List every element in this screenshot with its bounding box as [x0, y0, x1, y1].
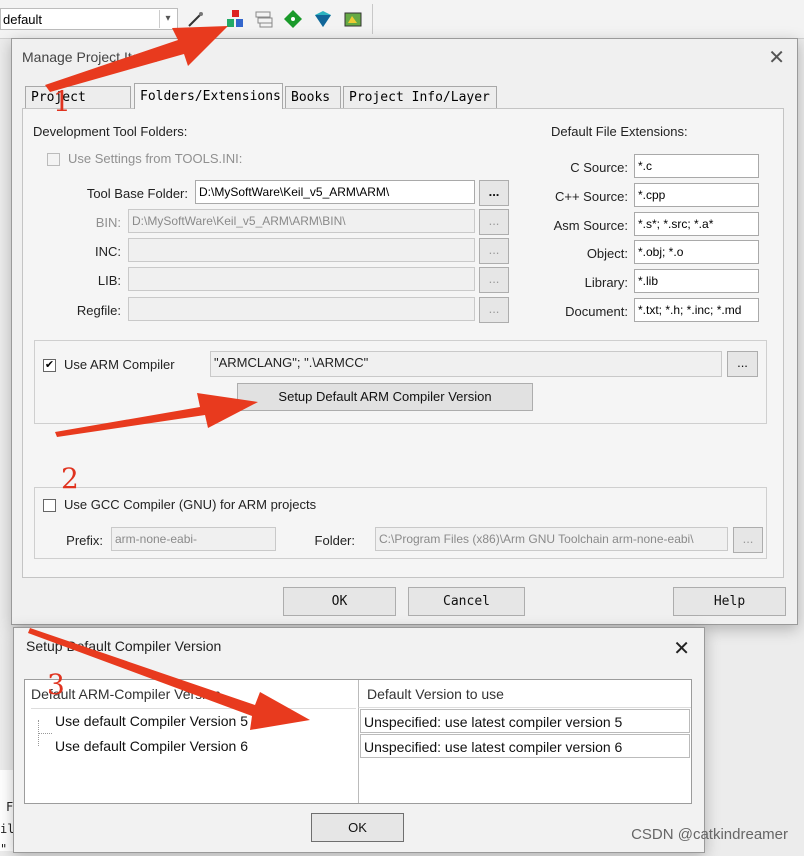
annotation-number: 2 — [61, 462, 79, 495]
ext-field-library[interactable]: *.lib — [634, 269, 759, 293]
use-settings-checkbox[interactable] — [47, 153, 60, 166]
ext-label-asm: Asm Source: — [553, 218, 628, 233]
tab-project-info-layer[interactable]: Project Info/Layer — [343, 86, 497, 108]
lib-browse-button[interactable]: ... — [479, 267, 509, 293]
version-ok-button[interactable]: OK — [311, 813, 404, 842]
dialog-title: Manage Project Items — [22, 49, 159, 65]
annotation-number: 3 — [47, 668, 65, 701]
column-header-version: Default Version to use — [358, 680, 691, 708]
wand-icon[interactable] — [186, 9, 206, 29]
close-icon[interactable]: ✕ — [768, 45, 785, 70]
help-button[interactable]: Help — [673, 587, 786, 616]
lib-label: LIB: — [97, 273, 121, 288]
close-icon[interactable]: ✕ — [673, 636, 690, 661]
tool-base-browse-button[interactable]: ... — [479, 180, 509, 206]
regfile-browse-button[interactable]: ... — [479, 297, 509, 323]
extensions-heading: Default File Extensions: — [551, 124, 688, 139]
use-settings-label: Use Settings from TOOLS.INI: — [68, 151, 243, 166]
bin-field[interactable]: D:\MySoftWare\Keil_v5_ARM\ARM\BIN\ — [128, 209, 475, 233]
version-select-6[interactable]: Unspecified: use latest compiler version… — [360, 734, 690, 758]
ext-label-c: C Source: — [570, 160, 628, 175]
manage-project-items-icon[interactable] — [225, 9, 245, 29]
target-select[interactable]: default ▾ — [0, 8, 178, 30]
watermark: CSDN @catkindreamer — [631, 826, 788, 843]
bin-browse-button[interactable]: ... — [479, 209, 509, 235]
green-diamond-icon[interactable] — [283, 9, 303, 29]
tool-base-label: Tool Base Folder: — [86, 186, 188, 201]
tab-project-items[interactable]: Project Items — [25, 86, 131, 127]
use-gcc-compiler-label: Use GCC Compiler (GNU) for ARM projects — [64, 497, 317, 512]
setup-default-arm-compiler-button[interactable]: Setup Default ARM Compiler Version — [237, 383, 533, 411]
use-gcc-compiler-checkbox[interactable] — [43, 499, 56, 512]
ext-field-asm[interactable]: *.s*; *.src; *.a* — [634, 212, 759, 236]
gcc-folder-field[interactable]: C:\Program Files (x86)\Arm GNU Toolchain… — [375, 527, 728, 551]
console-line: " — [0, 842, 8, 856]
toolbar: default ▾ — [0, 0, 804, 39]
ok-button[interactable]: OK — [283, 587, 396, 616]
bin-label: BIN: — [95, 215, 121, 230]
ext-label-object: Object: — [586, 246, 628, 261]
inc-browse-button[interactable]: ... — [479, 238, 509, 264]
regfile-field[interactable] — [128, 297, 475, 321]
window-layers-icon[interactable] — [254, 9, 274, 29]
ext-field-c[interactable]: *.c — [634, 154, 759, 178]
annotation-number: 1 — [53, 85, 71, 118]
ext-field-object[interactable]: *.obj; *.o — [634, 240, 759, 264]
gcc-prefix-label: Prefix: — [66, 533, 103, 548]
tree-item-compiler-6[interactable]: Use default Compiler Version 6 — [55, 734, 248, 758]
gcc-folder-label: Folder: — [314, 533, 355, 548]
ext-field-cpp[interactable]: *.cpp — [634, 183, 759, 207]
tree-item-compiler-5[interactable]: Use default Compiler Version 5 — [55, 709, 248, 733]
version-select-5[interactable]: Unspecified: use latest compiler version… — [360, 709, 690, 733]
inc-field[interactable] — [128, 238, 475, 262]
target-value: default — [3, 12, 43, 27]
gcc-prefix-field[interactable]: arm-none-eabi- — [111, 527, 276, 551]
arm-compiler-browse-button[interactable]: ... — [727, 351, 758, 377]
select-packs-icon[interactable] — [343, 9, 363, 29]
ext-field-document[interactable]: *.txt; *.h; *.inc; *.md — [634, 298, 759, 322]
compiler-version-table: Default ARM-Compiler Version Default Ver… — [24, 679, 692, 804]
toolbar-separator — [372, 4, 373, 34]
cancel-button[interactable]: Cancel — [408, 587, 525, 616]
tool-base-field[interactable]: D:\MySoftWare\Keil_v5_ARM\ARM\ — [195, 180, 475, 204]
ext-label-cpp: C++ Source: — [555, 189, 628, 204]
arm-compiler-field[interactable]: "ARMCLANG"; ".\ARMCC" — [210, 351, 722, 377]
tab-folders-extensions[interactable]: Folders/Extensions — [134, 83, 283, 109]
inc-label: INC: — [95, 244, 121, 259]
dialog-title: Setup Default Compiler Version — [26, 638, 222, 654]
gcc-folder-browse-button[interactable]: ... — [733, 527, 763, 553]
column-header-compiler: Default ARM-Compiler Version — [31, 680, 356, 709]
chevron-down-icon[interactable]: ▾ — [159, 10, 176, 28]
ext-label-library: Library: — [584, 275, 628, 290]
tree-line — [38, 733, 52, 735]
regfile-label: Regfile: — [76, 303, 121, 318]
lib-field[interactable] — [128, 267, 475, 291]
pack-installer-icon[interactable] — [313, 9, 333, 29]
dev-tools-heading: Development Tool Folders: — [33, 124, 188, 139]
use-arm-compiler-label: Use ARM Compiler — [64, 357, 175, 372]
use-arm-compiler-checkbox[interactable]: ✔ — [43, 359, 56, 372]
ext-label-document: Document: — [565, 304, 628, 319]
column-divider — [358, 708, 359, 803]
tab-books[interactable]: Books — [285, 86, 341, 108]
